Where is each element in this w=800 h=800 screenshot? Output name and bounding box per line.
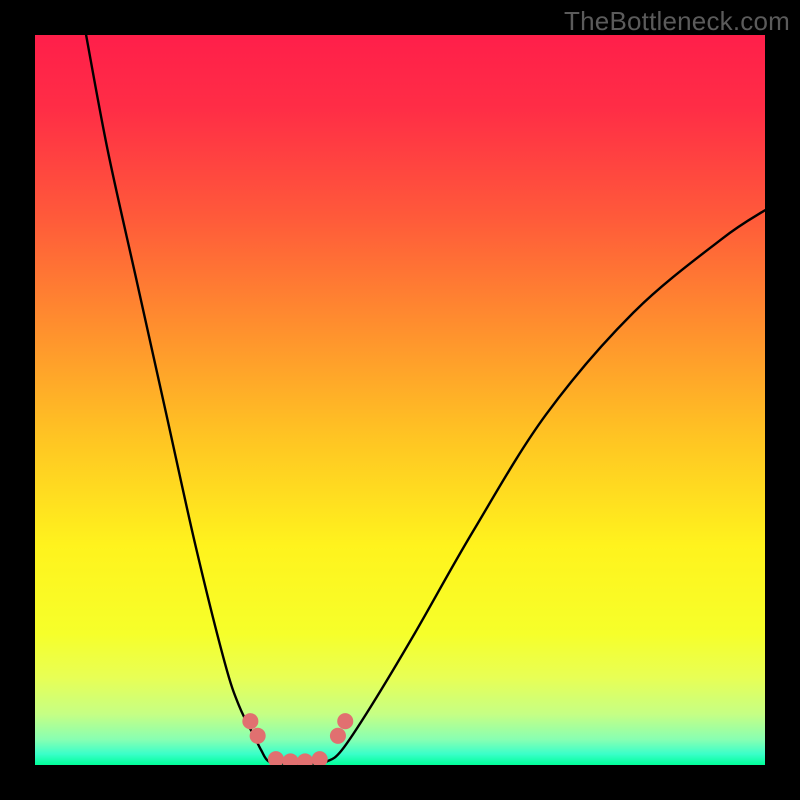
valley-marker [268, 751, 284, 765]
outer-frame: TheBottleneck.com [0, 0, 800, 800]
valley-marker [242, 713, 258, 729]
valley-marker [330, 728, 346, 744]
valley-marker [250, 728, 266, 744]
watermark-text: TheBottleneck.com [564, 6, 790, 37]
valley-marker [337, 713, 353, 729]
curve-layer [35, 35, 765, 765]
valley-marker [297, 753, 313, 765]
valley-marker [282, 753, 298, 765]
bottleneck-curve [86, 35, 765, 764]
valley-marker [312, 751, 328, 765]
plot-area [35, 35, 765, 765]
